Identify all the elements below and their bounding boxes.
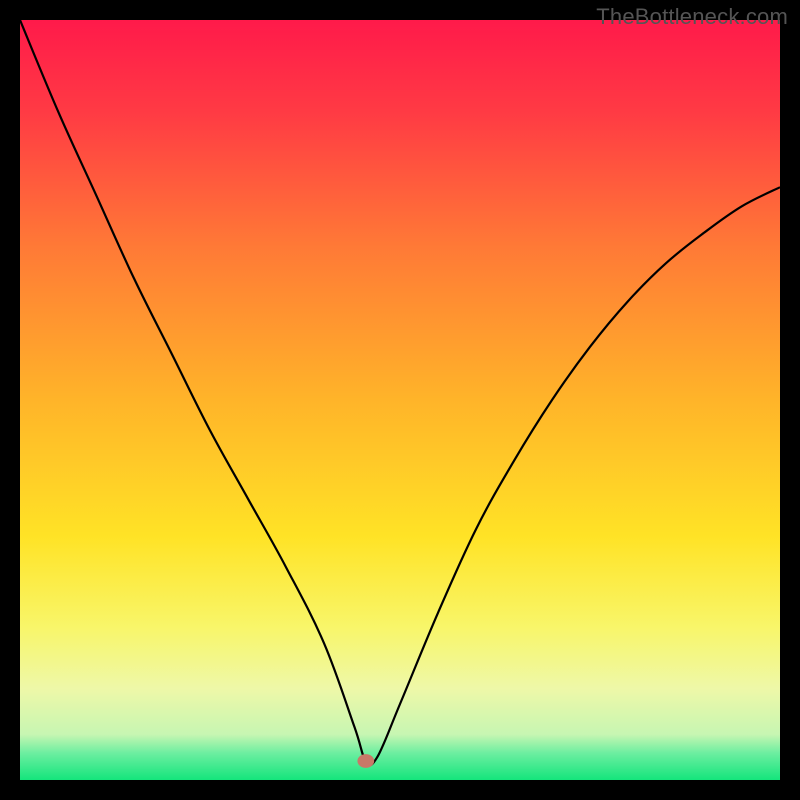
watermark-text: TheBottleneck.com bbox=[596, 4, 788, 30]
chart-frame: TheBottleneck.com bbox=[0, 0, 800, 800]
optimal-marker bbox=[357, 754, 374, 768]
gradient-background bbox=[20, 20, 780, 780]
bottleneck-chart bbox=[20, 20, 780, 780]
plot-area bbox=[20, 20, 780, 780]
